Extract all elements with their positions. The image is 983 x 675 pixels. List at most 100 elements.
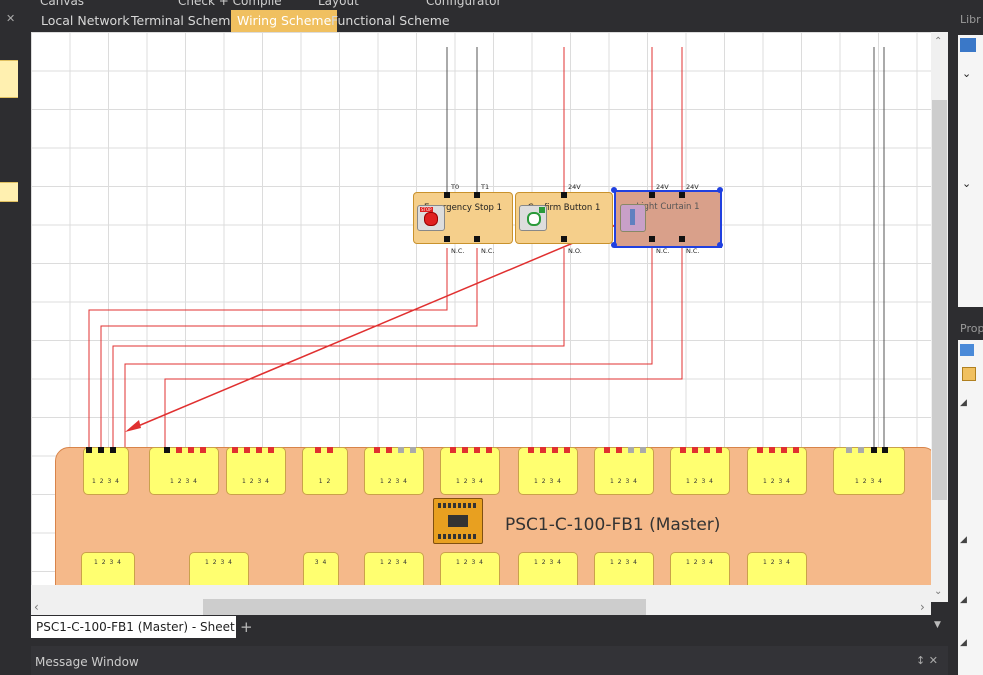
io-module[interactable]: 1 2 3 4 [440, 447, 500, 495]
io-pin[interactable] [244, 447, 250, 453]
io-pin[interactable] [410, 447, 416, 453]
io-pin[interactable] [564, 447, 570, 453]
io-pin[interactable] [846, 447, 852, 453]
io-module[interactable]: 1 2 3 4 [364, 552, 424, 585]
io-module[interactable]: 1 2 3 4 [189, 552, 249, 585]
io-pin[interactable] [628, 447, 634, 453]
io-pin[interactable] [164, 447, 170, 453]
io-module[interactable]: 1 2 3 4 [440, 552, 500, 585]
io-pin[interactable] [232, 447, 238, 453]
io-module[interactable]: 1 2 3 4 [226, 447, 286, 495]
io-module[interactable]: 3 4 [303, 552, 339, 585]
library-icon [960, 38, 976, 52]
io-pin[interactable] [757, 447, 763, 453]
menu-layout[interactable]: Layout [318, 0, 359, 8]
io-module[interactable]: 1 2 3 4 [670, 447, 730, 495]
io-pin[interactable] [327, 447, 333, 453]
vertical-scroll-thumb[interactable] [932, 100, 947, 500]
io-pin[interactable] [871, 447, 877, 453]
scroll-up-icon[interactable]: ⌃ [934, 36, 942, 47]
add-sheet-button[interactable]: + [240, 618, 253, 636]
io-pin[interactable] [793, 447, 799, 453]
io-pin[interactable] [604, 447, 610, 453]
io-module[interactable]: 1 2 3 4 [81, 552, 135, 585]
io-pin[interactable] [200, 447, 206, 453]
io-pin[interactable] [769, 447, 775, 453]
io-module[interactable]: 1 2 3 4 [518, 552, 578, 585]
io-pin[interactable] [256, 447, 262, 453]
message-window-controls[interactable]: ↕ ✕ [916, 654, 938, 667]
top-menu-bar: Canvas Check + Compile Layout Configurat… [0, 0, 983, 10]
menu-canvas[interactable]: Canvas [40, 0, 84, 8]
io-pin[interactable] [188, 447, 194, 453]
io-module[interactable]: 1 2 3 4 [670, 552, 730, 585]
io-pin[interactable] [640, 447, 646, 453]
io-pin[interactable] [540, 447, 546, 453]
io-module[interactable]: 1 2 3 4 [747, 447, 807, 495]
scroll-right-icon[interactable]: › [920, 600, 925, 614]
io-pin[interactable] [680, 447, 686, 453]
collapse-triangle-icon[interactable]: ◢ [960, 535, 967, 545]
scroll-down-icon[interactable]: ⌄ [934, 586, 942, 597]
scroll-left-icon[interactable]: ‹ [34, 600, 39, 614]
io-pin[interactable] [450, 447, 456, 453]
tab-terminal-scheme[interactable]: Terminal Scheme [125, 10, 244, 32]
io-pin[interactable] [486, 447, 492, 453]
properties-panel: ◢ ◢ ◢ ◢ [958, 340, 983, 675]
io-pin[interactable] [716, 447, 722, 453]
menu-configurator[interactable]: Configurator [426, 0, 501, 8]
sheet-list-chevron-icon[interactable]: ▼ [934, 620, 941, 630]
horizontal-scroll-thumb[interactable] [203, 599, 646, 616]
properties-sort-icon[interactable] [962, 367, 976, 381]
io-pin[interactable] [692, 447, 698, 453]
io-module[interactable]: 1 2 3 4 [594, 447, 654, 495]
io-pin[interactable] [98, 447, 104, 453]
io-pin[interactable] [882, 447, 888, 453]
left-panel: ✕ [0, 10, 28, 675]
io-pin[interactable] [315, 447, 321, 453]
plc-icon [433, 498, 483, 544]
io-pin[interactable] [176, 447, 182, 453]
io-pin[interactable] [374, 447, 380, 453]
io-module[interactable]: 1 2 3 4 [83, 447, 129, 495]
io-pin[interactable] [268, 447, 274, 453]
io-pin[interactable] [704, 447, 710, 453]
io-pin[interactable] [781, 447, 787, 453]
io-pin[interactable] [386, 447, 392, 453]
properties-icon [960, 344, 974, 356]
tab-local-network[interactable]: Local Network [35, 10, 136, 32]
menu-check-compile[interactable]: Check + Compile [178, 0, 282, 8]
plc-region: 1 2 3 4 1 2 3 4 1 2 3 4 1 2 1 2 3 4 1 2 … [31, 32, 931, 585]
tab-wiring-scheme[interactable]: Wiring Scheme [231, 10, 338, 32]
sheet-tab[interactable]: PSC1-C-100-FB1 (Master) - Sheet 1 [31, 616, 236, 638]
io-pin[interactable] [528, 447, 534, 453]
close-icon[interactable]: ✕ [6, 12, 15, 25]
io-pin[interactable] [474, 447, 480, 453]
io-module[interactable]: 1 2 3 4 [833, 447, 905, 495]
io-module[interactable]: 1 2 [302, 447, 348, 495]
io-pin[interactable] [86, 447, 92, 453]
left-panel-item[interactable] [0, 60, 18, 98]
library-label: Libr [960, 13, 981, 26]
collapse-triangle-icon[interactable]: ◢ [960, 595, 967, 605]
tab-functional-scheme[interactable]: Functional Scheme [325, 10, 456, 32]
collapse-triangle-icon[interactable]: ◢ [960, 638, 967, 648]
library-panel: ⌄ ⌄ [958, 35, 983, 307]
io-pin[interactable] [616, 447, 622, 453]
io-module[interactable]: 1 2 3 4 [364, 447, 424, 495]
io-pin[interactable] [462, 447, 468, 453]
properties-label: Prop [960, 322, 983, 335]
io-pin[interactable] [858, 447, 864, 453]
io-module[interactable]: 1 2 3 4 [594, 552, 654, 585]
io-module[interactable]: 1 2 3 4 [747, 552, 807, 585]
left-panel-item[interactable] [0, 182, 18, 202]
io-module[interactable]: 1 2 3 4 [149, 447, 219, 495]
expand-chevron-icon[interactable]: ⌄ [962, 67, 971, 80]
io-module[interactable]: 1 2 3 4 [518, 447, 578, 495]
io-pin[interactable] [552, 447, 558, 453]
message-window: Message Window ↕ ✕ [31, 646, 948, 675]
expand-chevron-icon[interactable]: ⌄ [962, 177, 971, 190]
io-pin[interactable] [110, 447, 116, 453]
collapse-triangle-icon[interactable]: ◢ [960, 398, 967, 408]
io-pin[interactable] [398, 447, 404, 453]
